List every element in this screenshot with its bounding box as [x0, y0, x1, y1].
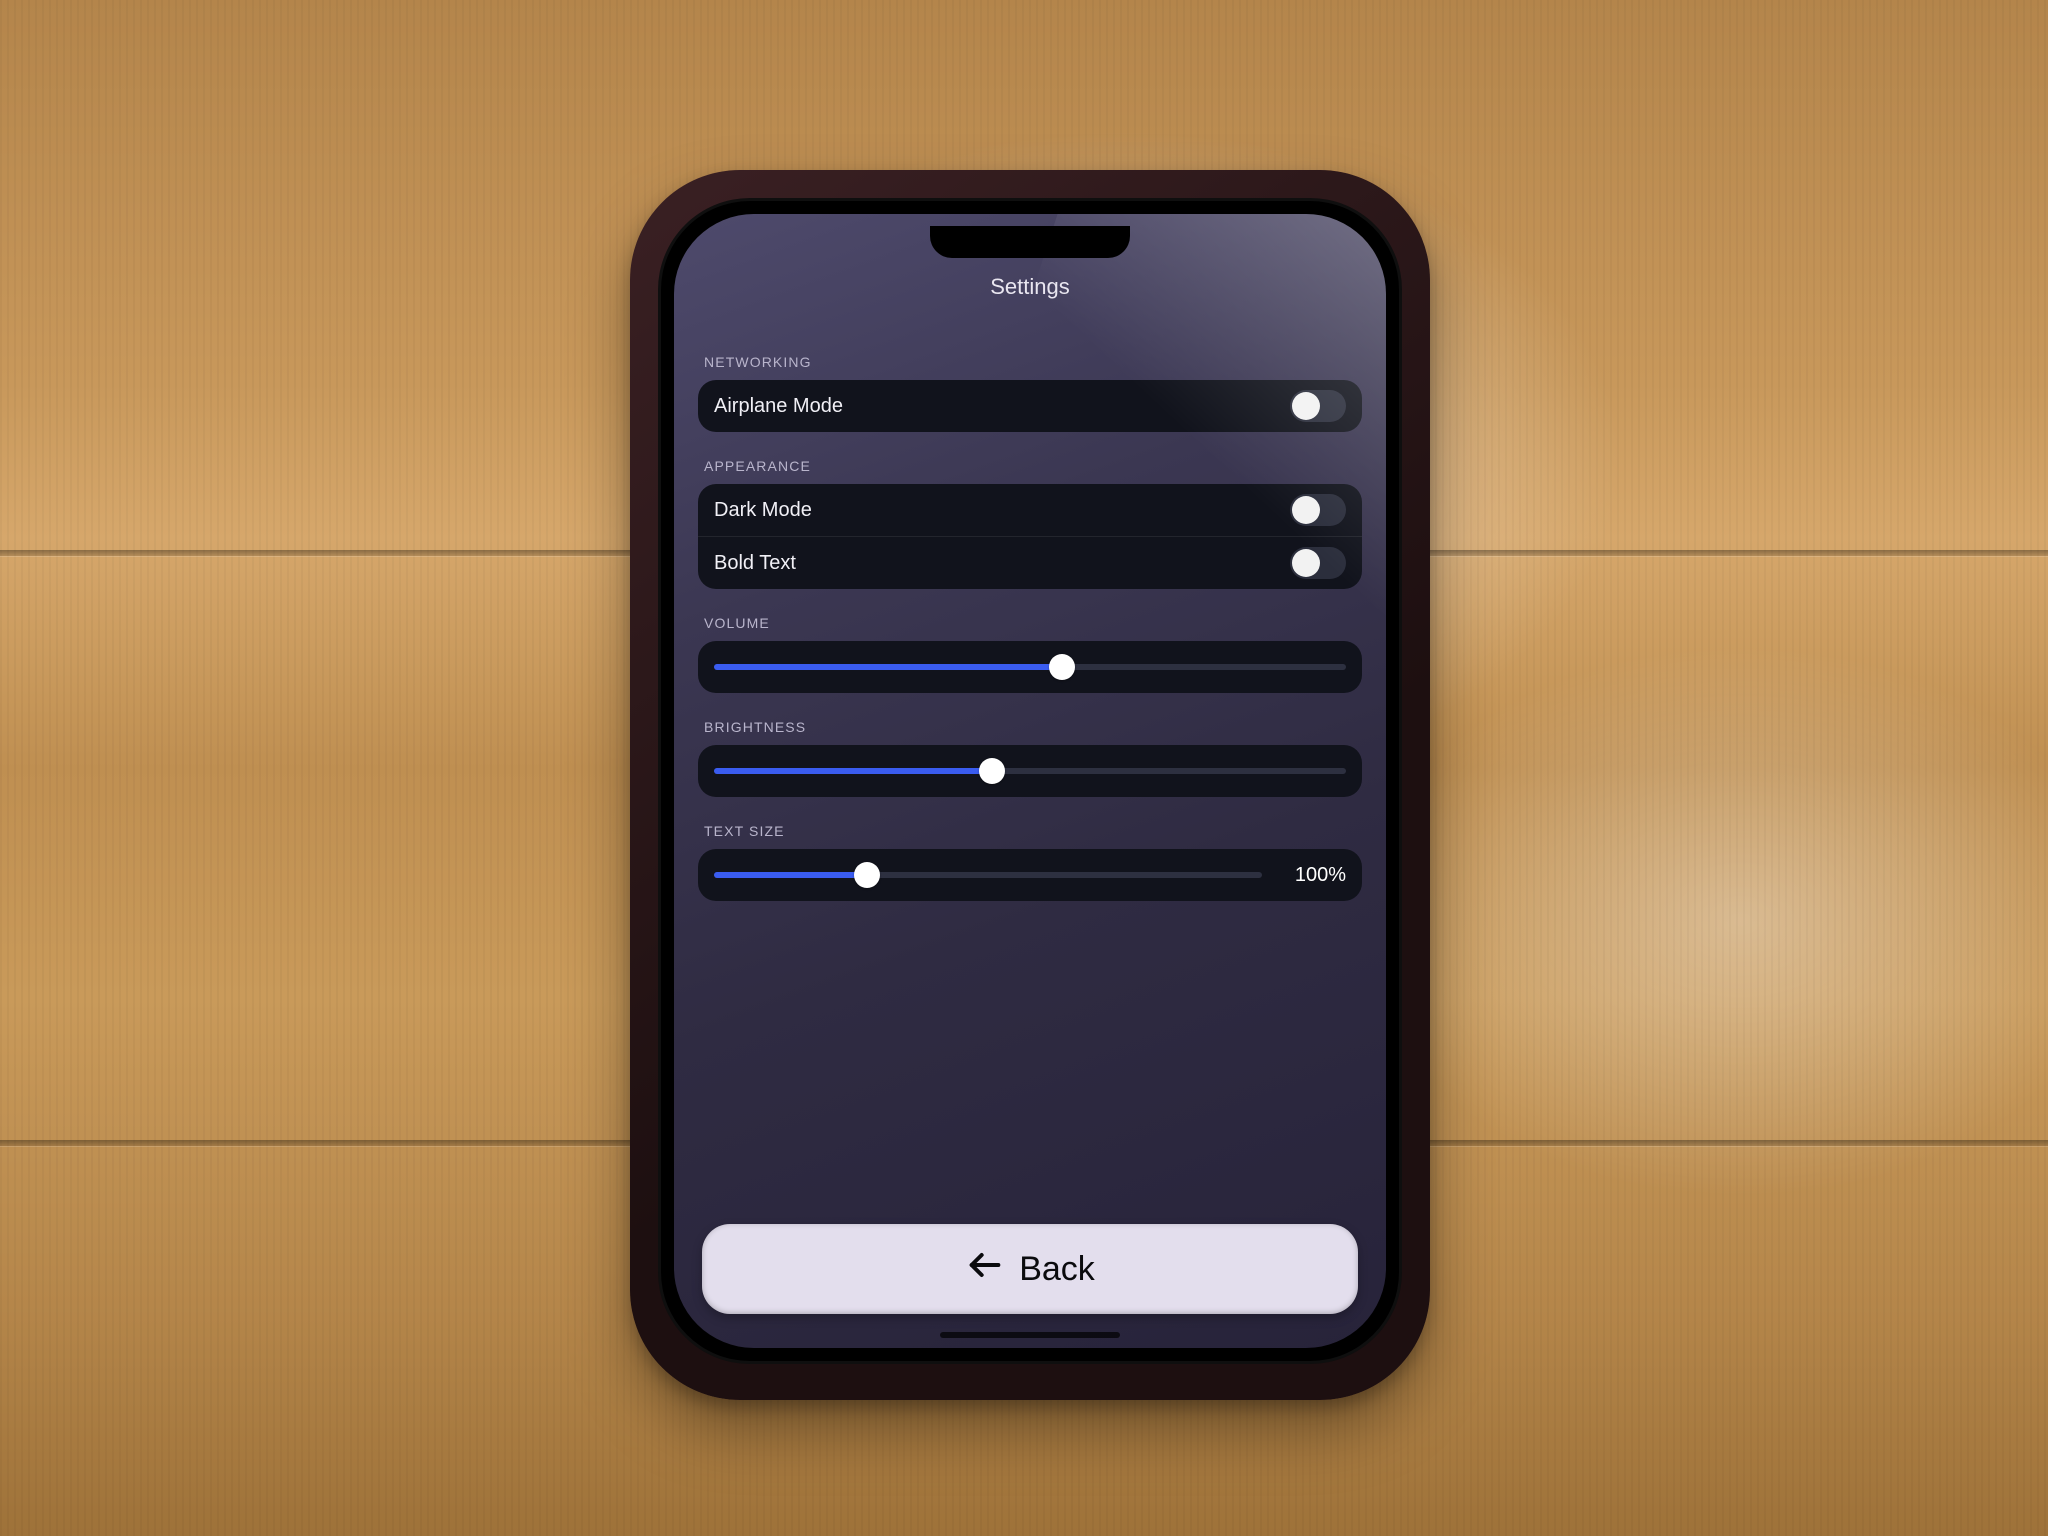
row-label: Bold Text — [714, 552, 796, 575]
group-brightness — [698, 745, 1362, 797]
group-appearance: Dark Mode Bold Text — [698, 484, 1362, 589]
section-label-text-size: TEXT SIZE — [704, 823, 1356, 839]
row-label: Airplane Mode — [714, 395, 843, 418]
group-networking: Airplane Mode — [698, 380, 1362, 432]
text-size-value: 100% — [1278, 864, 1346, 887]
section-label-appearance: APPEARANCE — [704, 458, 1356, 474]
page-title: Settings — [698, 274, 1362, 300]
slider-brightness[interactable] — [714, 768, 1346, 774]
row-label: Dark Mode — [714, 499, 812, 522]
row-text-size: 100% — [698, 849, 1362, 901]
section-label-networking: NETWORKING — [704, 354, 1356, 370]
back-button-label: Back — [1019, 1250, 1095, 1289]
toggle-airplane-mode[interactable] — [1290, 390, 1346, 422]
section-label-brightness: BRIGHTNESS — [704, 719, 1356, 735]
row-brightness — [698, 745, 1362, 797]
row-dark-mode[interactable]: Dark Mode — [698, 484, 1362, 536]
row-airplane-mode[interactable]: Airplane Mode — [698, 380, 1362, 432]
arrow-left-icon — [965, 1245, 1005, 1294]
toggle-bold-text[interactable] — [1290, 547, 1346, 579]
toggle-dark-mode[interactable] — [1290, 494, 1346, 526]
phone-screen: Settings NETWORKING Airplane Mode APPEAR… — [674, 214, 1386, 1348]
settings-app: Settings NETWORKING Airplane Mode APPEAR… — [674, 214, 1386, 1348]
group-text-size: 100% — [698, 849, 1362, 901]
group-volume — [698, 641, 1362, 693]
slider-text-size[interactable] — [714, 872, 1262, 878]
back-button[interactable]: Back — [702, 1224, 1358, 1314]
phone-notch — [930, 226, 1130, 258]
section-label-volume: VOLUME — [704, 615, 1356, 631]
row-volume — [698, 641, 1362, 693]
phone-case: Settings NETWORKING Airplane Mode APPEAR… — [630, 170, 1430, 1400]
row-bold-text[interactable]: Bold Text — [698, 536, 1362, 589]
slider-volume[interactable] — [714, 664, 1346, 670]
desk-surface: Settings NETWORKING Airplane Mode APPEAR… — [0, 0, 2048, 1536]
home-indicator — [940, 1332, 1120, 1338]
phone-body: Settings NETWORKING Airplane Mode APPEAR… — [658, 198, 1402, 1364]
